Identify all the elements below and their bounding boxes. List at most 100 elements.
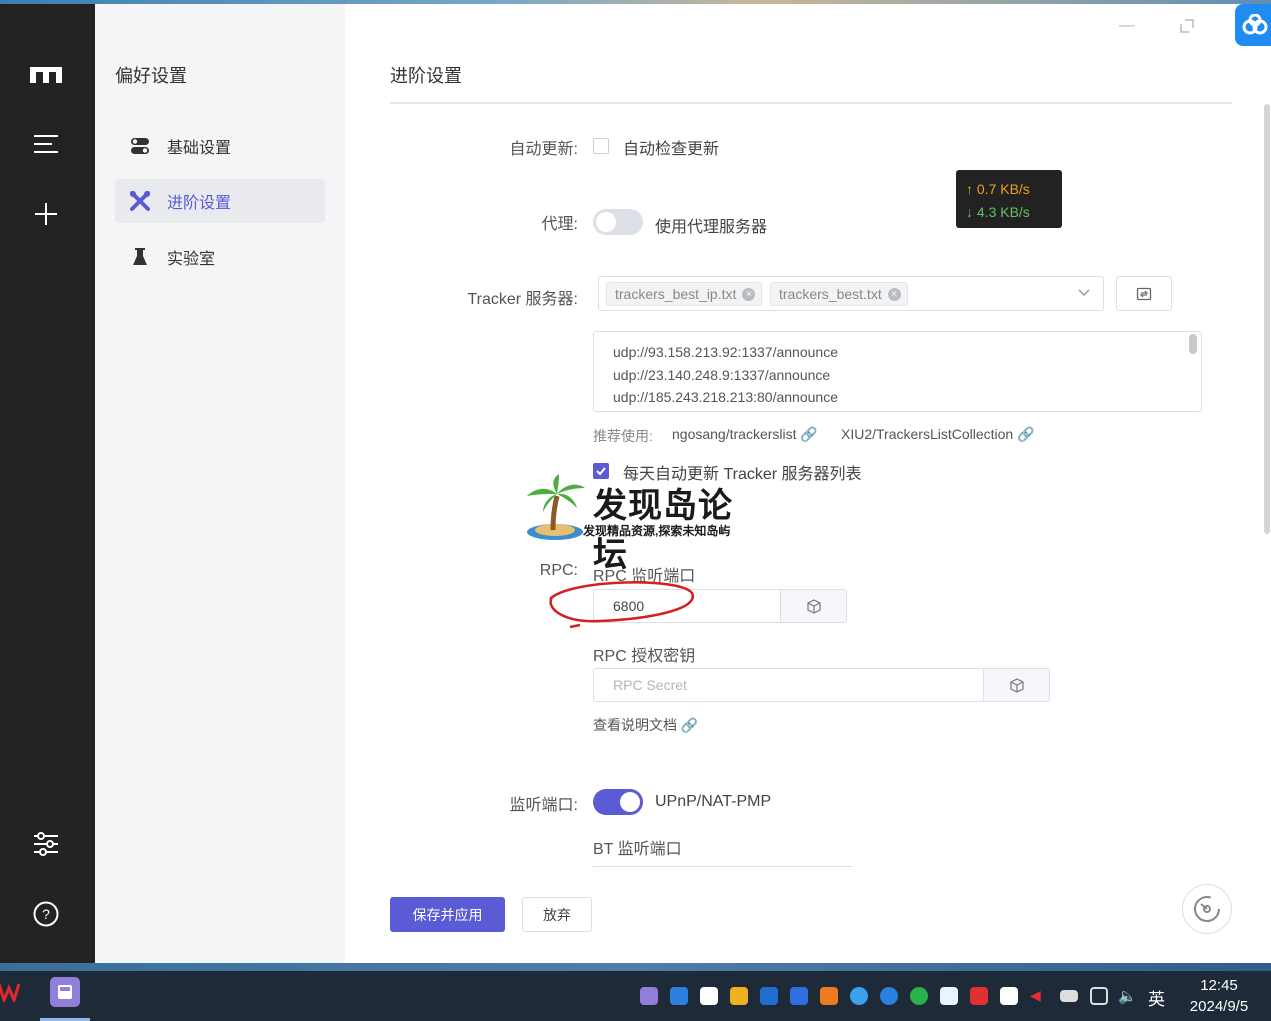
bt-port-input-edge bbox=[593, 866, 853, 872]
external-link-icon: 🔗 bbox=[680, 717, 699, 733]
external-link-icon: 🔗 bbox=[800, 426, 818, 442]
input-method-indicator[interactable]: 英 bbox=[1148, 985, 1165, 1010]
link-text: 查看说明文档 bbox=[593, 717, 677, 733]
tray-speaker-alert-icon[interactable]: ◀ bbox=[1030, 987, 1048, 1005]
speedometer-icon bbox=[1194, 896, 1220, 922]
svg-text:?: ? bbox=[42, 906, 50, 922]
rpc-secret-random-button[interactable] bbox=[984, 668, 1050, 702]
sidebar-item-label: 进阶设置 bbox=[167, 195, 232, 212]
sidebar-item-label: 实验室 bbox=[167, 251, 216, 268]
proxy-switch[interactable] bbox=[593, 209, 643, 235]
textarea-scrollbar[interactable] bbox=[1189, 334, 1197, 354]
tray-onedrive-icon[interactable] bbox=[880, 987, 898, 1005]
watermark-subtitle: 发现精品资源,探索未知岛屿 bbox=[583, 524, 731, 538]
title-divider bbox=[390, 102, 1232, 104]
clock-time: 12:45 bbox=[1200, 977, 1238, 994]
upload-speed: ↑ 0.7 KB/s bbox=[966, 181, 1030, 197]
remove-tag-icon[interactable]: × bbox=[887, 287, 901, 301]
sidebar-item-lab[interactable]: 实验室 bbox=[115, 235, 325, 279]
sidebar-item-advanced[interactable]: 进阶设置 bbox=[115, 179, 325, 223]
tracker-label: Tracker 服务器: bbox=[467, 291, 578, 308]
external-link-icon: 🔗 bbox=[1017, 426, 1035, 442]
tray-app-icon[interactable] bbox=[820, 987, 838, 1005]
clock-date: 2024/9/5 bbox=[1189, 998, 1249, 1015]
maximize-icon[interactable] bbox=[1175, 14, 1199, 38]
dice-icon bbox=[806, 599, 821, 614]
tools-icon bbox=[129, 190, 151, 212]
auto-update-checkbox-label: 自动检查更新 bbox=[623, 141, 720, 158]
tray-network-icon[interactable] bbox=[1090, 987, 1108, 1005]
app-window: ? 偏好设置 基础设置 进阶设置 实验室 — 进阶设置 自动更新: 自动检查更新… bbox=[0, 4, 1271, 963]
recommend-label: 推荐使用: bbox=[593, 428, 653, 444]
red-annotation-circle bbox=[549, 581, 695, 629]
help-icon[interactable]: ? bbox=[28, 896, 64, 932]
tray-123pan-icon[interactable] bbox=[790, 987, 808, 1005]
listen-port-label: 监听端口: bbox=[509, 797, 578, 814]
proxy-switch-label: 使用代理服务器 bbox=[655, 219, 768, 236]
switch-knob bbox=[596, 212, 616, 232]
rpc-secret-label: RPC 授权密钥 bbox=[593, 648, 696, 665]
sync-trackers-button[interactable] bbox=[1116, 276, 1172, 311]
recommend-link-ngosang[interactable]: ngosang/trackerslist 🔗 bbox=[672, 426, 818, 443]
system-clock[interactable]: 12:45 2024/9/5 bbox=[1183, 975, 1255, 1017]
proxy-label: 代理: bbox=[541, 216, 578, 233]
tray-volume-icon[interactable]: 🔈 bbox=[1118, 987, 1137, 1005]
sync-icon bbox=[1136, 287, 1152, 300]
preferences-icon[interactable] bbox=[28, 826, 64, 862]
link-text: XIU2/TrackersListCollection bbox=[841, 426, 1014, 442]
tracker-tag-label: trackers_best.txt bbox=[779, 286, 882, 302]
page-title: 进阶设置 bbox=[390, 66, 462, 86]
tracker-line: udp://23.140.248.9:1337/announce bbox=[613, 366, 831, 383]
tracker-list-textarea[interactable]: udp://93.158.213.92:1337/announce udp://… bbox=[593, 331, 1202, 412]
rpc-label: RPC: bbox=[539, 562, 578, 579]
tray-motrix-icon[interactable] bbox=[640, 987, 658, 1005]
chevron-down-icon bbox=[1077, 285, 1091, 304]
save-apply-button[interactable]: 保存并应用 bbox=[390, 897, 505, 932]
app-logo-icon[interactable] bbox=[28, 56, 64, 92]
tray-feishu-icon[interactable] bbox=[670, 987, 688, 1005]
switch-knob bbox=[620, 792, 640, 812]
tray-battery-icon[interactable] bbox=[1060, 990, 1078, 1002]
add-task-icon[interactable] bbox=[28, 196, 64, 232]
tracker-tag: trackers_best.txt × bbox=[770, 282, 908, 306]
auto-update-label: 自动更新: bbox=[509, 141, 578, 158]
recommend-link-xiu2[interactable]: XIU2/TrackersListCollection 🔗 bbox=[841, 426, 1035, 443]
page-scrollbar[interactable] bbox=[1264, 104, 1270, 534]
cloud-drive-icon[interactable] bbox=[1235, 4, 1271, 46]
remove-tag-icon[interactable]: × bbox=[742, 287, 756, 301]
tracker-tag-label: trackers_best_ip.txt bbox=[615, 286, 737, 302]
rpc-docs-link[interactable]: 查看说明文档 🔗 bbox=[593, 715, 698, 735]
forum-watermark: 发现岛论坛 发现精品资源,探索未知岛屿 bbox=[523, 474, 763, 575]
tray-baidu-pan-icon[interactable] bbox=[1000, 987, 1018, 1005]
discard-button[interactable]: 放弃 bbox=[522, 897, 592, 932]
tray-shield-icon[interactable] bbox=[730, 987, 748, 1005]
tray-code-icon[interactable] bbox=[700, 987, 718, 1005]
minimize-icon[interactable]: — bbox=[1115, 14, 1139, 38]
palm-island-logo bbox=[527, 474, 585, 540]
tray-wechat-icon[interactable] bbox=[910, 987, 928, 1005]
taskbar: ◀ 🔈 英 12:45 2024/9/5 bbox=[0, 963, 1271, 1021]
link-text: ngosang/trackerslist bbox=[672, 426, 797, 442]
wps-office-icon[interactable] bbox=[0, 977, 24, 1007]
rpc-secret-input[interactable]: RPC Secret bbox=[593, 668, 984, 702]
toggles-icon bbox=[129, 135, 151, 157]
dice-icon bbox=[1009, 678, 1024, 693]
rpc-port-random-button[interactable] bbox=[781, 589, 847, 623]
task-list-icon[interactable] bbox=[28, 126, 64, 162]
upnp-switch[interactable] bbox=[593, 789, 643, 815]
tracker-source-select[interactable]: trackers_best_ip.txt × trackers_best.txt… bbox=[598, 276, 1104, 311]
speed-limit-button[interactable] bbox=[1182, 884, 1232, 934]
sidebar-item-basic[interactable]: 基础设置 bbox=[115, 124, 325, 168]
motrix-taskbar-icon[interactable] bbox=[50, 977, 80, 1007]
tray-cloud-icon[interactable] bbox=[850, 987, 868, 1005]
auto-update-checkbox[interactable] bbox=[593, 138, 609, 154]
tray-record-icon[interactable] bbox=[970, 987, 988, 1005]
tray-app2-icon[interactable] bbox=[940, 987, 958, 1005]
bt-port-label: BT 监听端口 bbox=[593, 841, 682, 858]
speed-indicator: ↑ 0.7 KB/s ↓ 4.3 KB/s bbox=[956, 170, 1062, 228]
tracker-tag: trackers_best_ip.txt × bbox=[606, 282, 763, 306]
tray-cube-icon[interactable] bbox=[760, 987, 778, 1005]
desktop-wallpaper-strip bbox=[0, 963, 1271, 971]
sidebar-title: 偏好设置 bbox=[115, 66, 187, 86]
upnp-switch-label: UPnP/NAT-PMP bbox=[655, 793, 772, 810]
